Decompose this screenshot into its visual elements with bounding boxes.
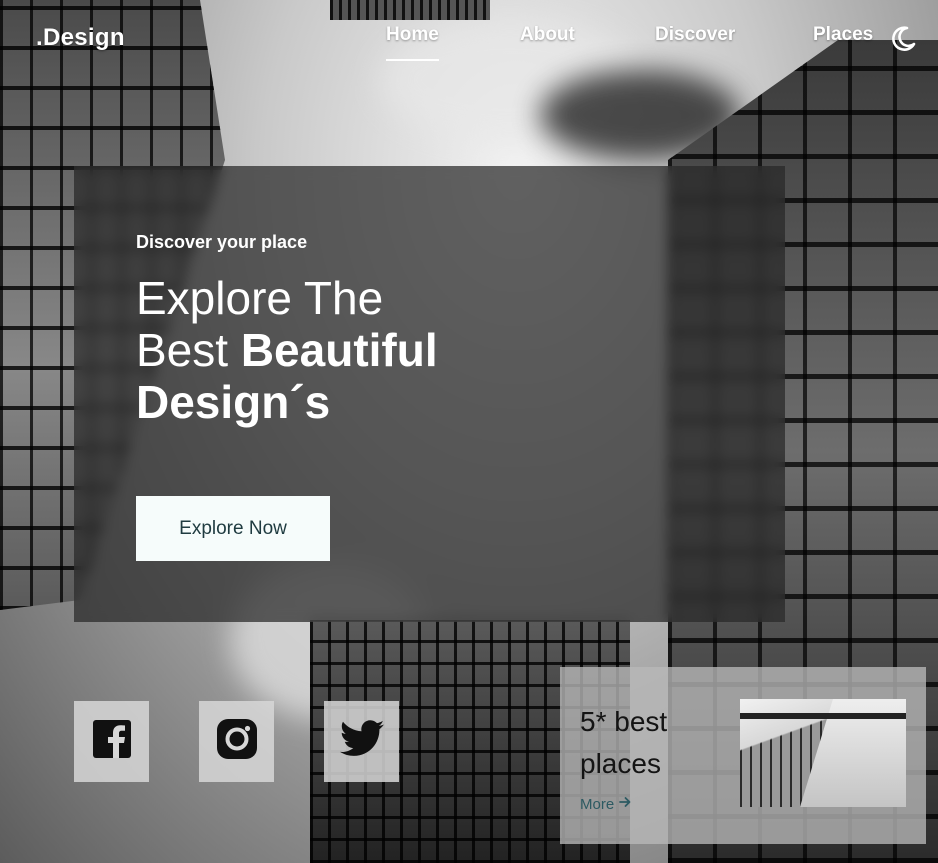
- places-card: 5* best places More: [560, 667, 926, 844]
- nav-about[interactable]: About: [520, 24, 575, 46]
- facebook-link[interactable]: [74, 701, 149, 782]
- hero-title-line1: Explore The: [136, 272, 384, 324]
- instagram-link[interactable]: [199, 701, 274, 782]
- moon-icon[interactable]: [890, 24, 918, 52]
- nav-discover[interactable]: Discover: [655, 24, 735, 46]
- hero-title-line2-bold: Beautiful: [240, 324, 438, 376]
- hero-title-line3-bold: Design´s: [136, 376, 331, 428]
- nav-home[interactable]: Home: [386, 24, 439, 61]
- explore-now-button[interactable]: Explore Now: [136, 496, 330, 561]
- hero-title: Explore The Best Beautiful Design´s: [136, 272, 556, 428]
- arrow-right-icon: [618, 795, 632, 813]
- hero-title-line2-light: Best: [136, 324, 229, 376]
- hero-card: Discover your place Explore The Best Bea…: [74, 166, 785, 622]
- instagram-icon: [216, 718, 258, 765]
- places-title: 5* best places: [580, 706, 668, 779]
- twitter-link[interactable]: [324, 701, 399, 782]
- logo[interactable]: .Design: [36, 24, 125, 52]
- facebook-icon: [92, 720, 131, 763]
- places-thumbnail-image: [740, 699, 906, 807]
- twitter-icon: [339, 720, 384, 763]
- nav-places[interactable]: Places: [813, 24, 873, 46]
- header: .Design Home About Discover Places: [0, 0, 938, 72]
- more-label: More: [580, 795, 615, 813]
- more-link[interactable]: More: [580, 795, 632, 813]
- hero-kicker: Discover your place: [136, 232, 308, 252]
